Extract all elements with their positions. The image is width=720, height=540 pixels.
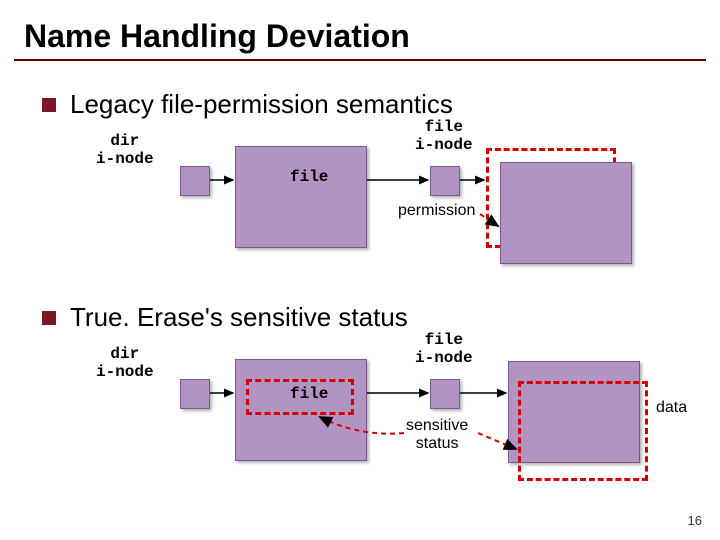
label-file-inode: file i-node [415,118,473,155]
box-file-inode-2 [430,379,460,409]
dash-data [518,381,648,481]
label-permission: permission [398,202,475,220]
bullet-trueerase-text: True. Erase's sensitive status [70,302,408,333]
box-dir-inode [180,166,210,196]
label-file: file [290,168,328,186]
slide-title: Name Handling Deviation [0,0,720,59]
label-data: data [646,186,677,204]
box-file-inode [430,166,460,196]
title-underline [14,59,706,61]
bullet-trueerase: True. Erase's sensitive status [42,302,720,333]
label-data-2: data [656,399,687,417]
label-file-2: file [290,385,328,403]
label-file-inode-2: file i-node [415,331,473,368]
page-number: 16 [688,513,702,528]
box-data [500,162,632,264]
label-dir-inode: dir i-node [96,132,154,169]
diagram-legacy: dir i-node file file i-node permission d… [60,124,720,274]
diagram-trueerase: dir i-node file file i-node sensitive st… [60,337,720,487]
label-sensitive-status: sensitive status [406,417,468,454]
bullet-legacy: Legacy file-permission semantics [42,89,720,120]
label-dir-inode-2: dir i-node [96,345,154,382]
box-dir-inode-2 [180,379,210,409]
bullet-legacy-text: Legacy file-permission semantics [70,89,453,120]
box-directory [235,146,367,248]
bullet-icon [42,98,56,112]
bullet-icon [42,311,56,325]
